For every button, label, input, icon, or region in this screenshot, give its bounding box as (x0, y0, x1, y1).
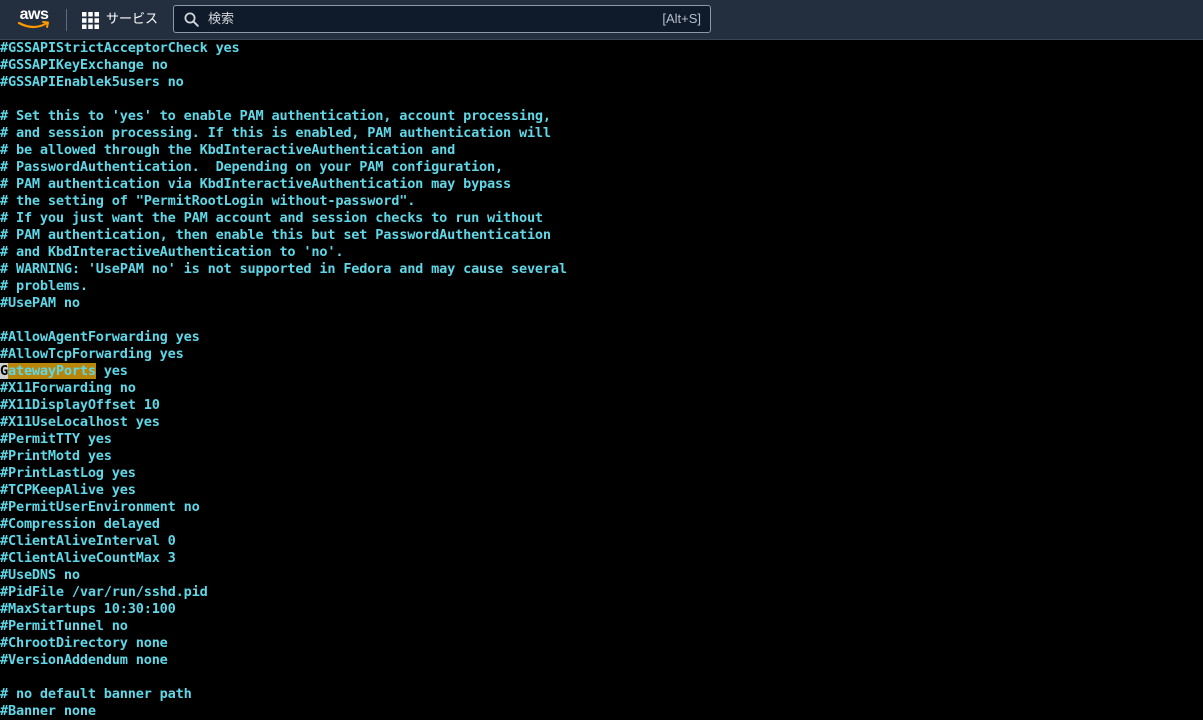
terminal-line: #VersionAddendum none (0, 652, 168, 668)
terminal-cursor: G (0, 363, 8, 379)
terminal-line: #MaxStartups 10:30:100 (0, 601, 176, 617)
terminal-line: # and session processing. If this is ena… (0, 125, 551, 141)
terminal-line: # no default banner path (0, 686, 192, 702)
topbar-divider (66, 9, 67, 31)
aws-logo-icon[interactable]: aws (15, 6, 53, 34)
terminal-line: # PAM authentication via KbdInteractiveA… (0, 176, 511, 192)
terminal-output[interactable]: #GSSAPIStrictAcceptorCheck yes #GSSAPIKey… (0, 40, 1203, 720)
terminal-line: #Banner none (0, 703, 96, 719)
terminal-line: # If you just want the PAM account and s… (0, 210, 543, 226)
terminal-line: #X11DisplayOffset 10 (0, 397, 160, 413)
terminal-line: #X11UseLocalhost yes (0, 414, 160, 430)
grid-icon (82, 11, 99, 29)
terminal-line: GatewayPorts yes (0, 363, 1203, 380)
terminal-line: #UsePAM no (0, 295, 80, 311)
terminal-line: #X11Forwarding no (0, 380, 136, 396)
terminal-line: #GSSAPIEnablek5users no (0, 74, 184, 90)
terminal-line: #ClientAliveCountMax 3 (0, 550, 176, 566)
terminal-line: #PermitUserEnvironment no (0, 499, 200, 515)
terminal-line: # WARNING: 'UsePAM no' is not supported … (0, 261, 567, 277)
terminal-line: #AllowTcpForwarding yes (0, 346, 184, 362)
terminal-line: #Compression delayed (0, 516, 160, 532)
terminal-line: #AllowAgentForwarding yes (0, 329, 200, 345)
terminal-line: #TCPKeepAlive yes (0, 482, 136, 498)
terminal-line: #PrintLastLog yes (0, 465, 136, 481)
terminal-line: #ChrootDirectory none (0, 635, 168, 651)
terminal-line: #PidFile /var/run/sshd.pid (0, 584, 208, 600)
terminal-line: #PermitTTY yes (0, 431, 112, 447)
services-label: サービス (106, 12, 159, 27)
search-input[interactable] (208, 9, 608, 29)
aws-smile-icon (17, 21, 49, 29)
search-shortcut-hint: [Alt+S] (662, 11, 701, 26)
terminal-line: #UseDNS no (0, 567, 80, 583)
services-menu-button[interactable]: サービス (76, 6, 164, 34)
search-match-highlight: atewayPorts (7, 363, 96, 379)
terminal-line: # PasswordAuthentication. Depending on y… (0, 159, 504, 175)
search-box[interactable]: [Alt+S] (173, 5, 711, 33)
terminal-line: # PAM authentication, then enable this b… (0, 227, 551, 243)
terminal-line: # Set this to 'yes' to enable PAM authen… (0, 108, 551, 124)
terminal-line: # the setting of "PermitRootLogin withou… (0, 193, 416, 209)
terminal-line: #ClientAliveInterval 0 (0, 533, 176, 549)
terminal-line: #PermitTunnel no (0, 618, 128, 634)
top-navigation-bar: aws サービス [Alt+S] (0, 0, 1203, 40)
terminal-line: # be allowed through the KbdInteractiveA… (0, 142, 456, 158)
terminal-line: # and KbdInteractiveAuthentication to 'n… (0, 244, 344, 260)
terminal-line-rest: yes (95, 363, 128, 379)
terminal-line: #GSSAPIStrictAcceptorCheck yes (0, 40, 240, 56)
terminal-line: # problems. (0, 278, 88, 294)
terminal-line: #GSSAPIKeyExchange no (0, 57, 168, 73)
terminal-line: #PrintMotd yes (0, 448, 112, 464)
search-icon (184, 12, 199, 27)
